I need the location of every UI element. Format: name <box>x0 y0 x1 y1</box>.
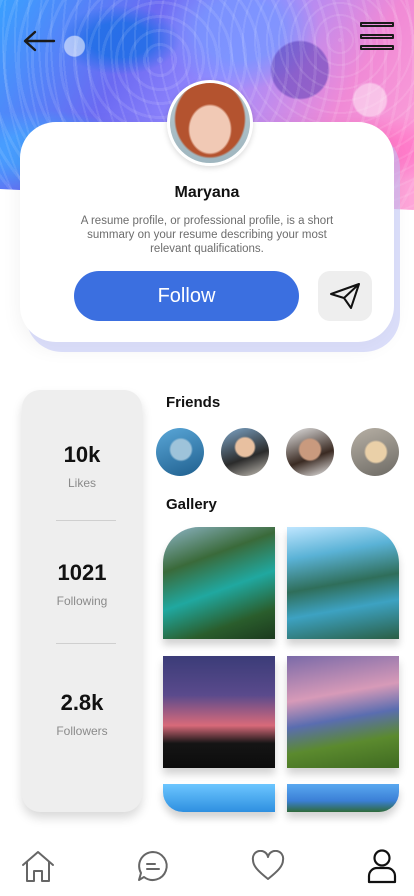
paper-plane-icon <box>330 283 360 309</box>
stat-label: Followers <box>56 724 108 738</box>
menu-icon-bar <box>360 33 394 39</box>
divider <box>56 520 116 521</box>
nav-home[interactable] <box>18 846 58 886</box>
stat-value: 1021 <box>57 560 107 585</box>
nav-likes[interactable] <box>248 846 288 886</box>
stat-following[interactable]: 1021 Following <box>22 560 142 608</box>
friend-avatar[interactable] <box>286 428 334 476</box>
gallery-photo[interactable] <box>287 784 399 812</box>
nav-profile[interactable] <box>362 846 402 886</box>
profile-card: Maryana A resume profile, or professiona… <box>20 80 394 342</box>
follow-button[interactable]: Follow <box>74 271 299 321</box>
friends-title: Friends <box>166 394 221 411</box>
menu-button[interactable] <box>360 22 394 50</box>
stat-value: 2.8k <box>60 690 104 715</box>
profile-icon <box>367 849 397 884</box>
friend-avatar[interactable] <box>351 428 399 476</box>
stat-label: Likes <box>67 476 96 490</box>
friend-avatar[interactable] <box>156 428 204 476</box>
stat-followers[interactable]: 2.8k Followers <box>22 690 142 738</box>
profile-name: Maryana <box>174 184 240 201</box>
heart-icon <box>251 850 285 880</box>
stats-panel: 10k Likes 1021 Following 2.8k Followers <box>22 390 142 812</box>
back-button[interactable] <box>20 26 58 56</box>
gallery-photo[interactable] <box>163 527 275 639</box>
divider <box>56 643 116 644</box>
gallery-photo[interactable] <box>287 656 399 768</box>
friend-avatar[interactable] <box>221 428 269 476</box>
gallery-title: Gallery <box>166 496 217 513</box>
gallery-photo[interactable] <box>163 784 275 812</box>
stat-label: Following <box>56 594 108 608</box>
gallery-photo[interactable] <box>287 527 399 639</box>
nav-chat[interactable] <box>133 846 173 886</box>
stat-likes[interactable]: 10k Likes <box>22 442 142 490</box>
stat-value: 10k <box>63 442 101 467</box>
gallery-photo[interactable] <box>163 656 275 768</box>
menu-icon-bar <box>360 45 394 50</box>
bottom-navigation <box>0 838 414 896</box>
send-message-button[interactable] <box>318 271 372 321</box>
profile-bio: A resume profile, or professional profil… <box>80 215 334 255</box>
chat-icon <box>138 851 168 881</box>
menu-icon-bar <box>360 22 394 27</box>
home-icon <box>22 851 54 882</box>
back-arrow-icon <box>23 30 56 52</box>
avatar[interactable] <box>167 80 253 166</box>
